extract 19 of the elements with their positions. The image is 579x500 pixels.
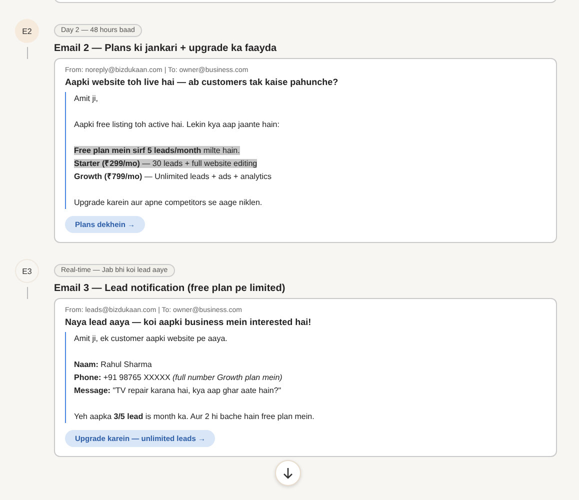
email-title: Email 2 — Plans ki jankari + upgrade ka faayda xyxy=(54,43,278,54)
body-text: Free plan mein sirf 5 leads/month milte hain. xyxy=(74,146,240,155)
step-badge: E3 xyxy=(15,259,39,283)
body-text: Upgrade karein aur apne competitors se aage niklen. xyxy=(74,198,262,207)
body-text: Amit ji, ek customer aapki website pe aaya. xyxy=(74,334,228,343)
body-text: Naam: Rahul Sharma xyxy=(74,360,152,369)
body-text: Amit ji, xyxy=(74,94,98,103)
body-text: Yeh aapka 3/5 lead is month ka. Aur 2 hi bache hain free plan mein. xyxy=(74,412,314,421)
step-badge: E2 xyxy=(15,19,39,43)
body-text: Message: "TV repair karana hai, kya aap ghar aate hain?" xyxy=(74,386,282,395)
body-text: Starter (₹299/mo) — 30 leads + full website editing xyxy=(74,159,258,168)
scroll-down-button[interactable] xyxy=(275,460,301,486)
arrow-down-icon xyxy=(282,467,294,479)
body-text: Growth (₹799/mo) — Unlimited leads + ads + analytics xyxy=(74,172,272,181)
email-title: Email 3 — Lead notification (free plan pe limited) xyxy=(54,283,286,294)
body-text: Phone: +91 98765 XXXXX (full number Growth plan mein) xyxy=(74,373,282,382)
email-subject: Naya lead aaya — koi aapki business mein interested hai! xyxy=(65,317,312,327)
email-subject: Aapki website toh live hai — ab customers tak kaise pahunche? xyxy=(65,77,340,87)
body-text: Aapki free listing toh active hai. Lekin kya aap jaante hain: xyxy=(74,120,280,129)
